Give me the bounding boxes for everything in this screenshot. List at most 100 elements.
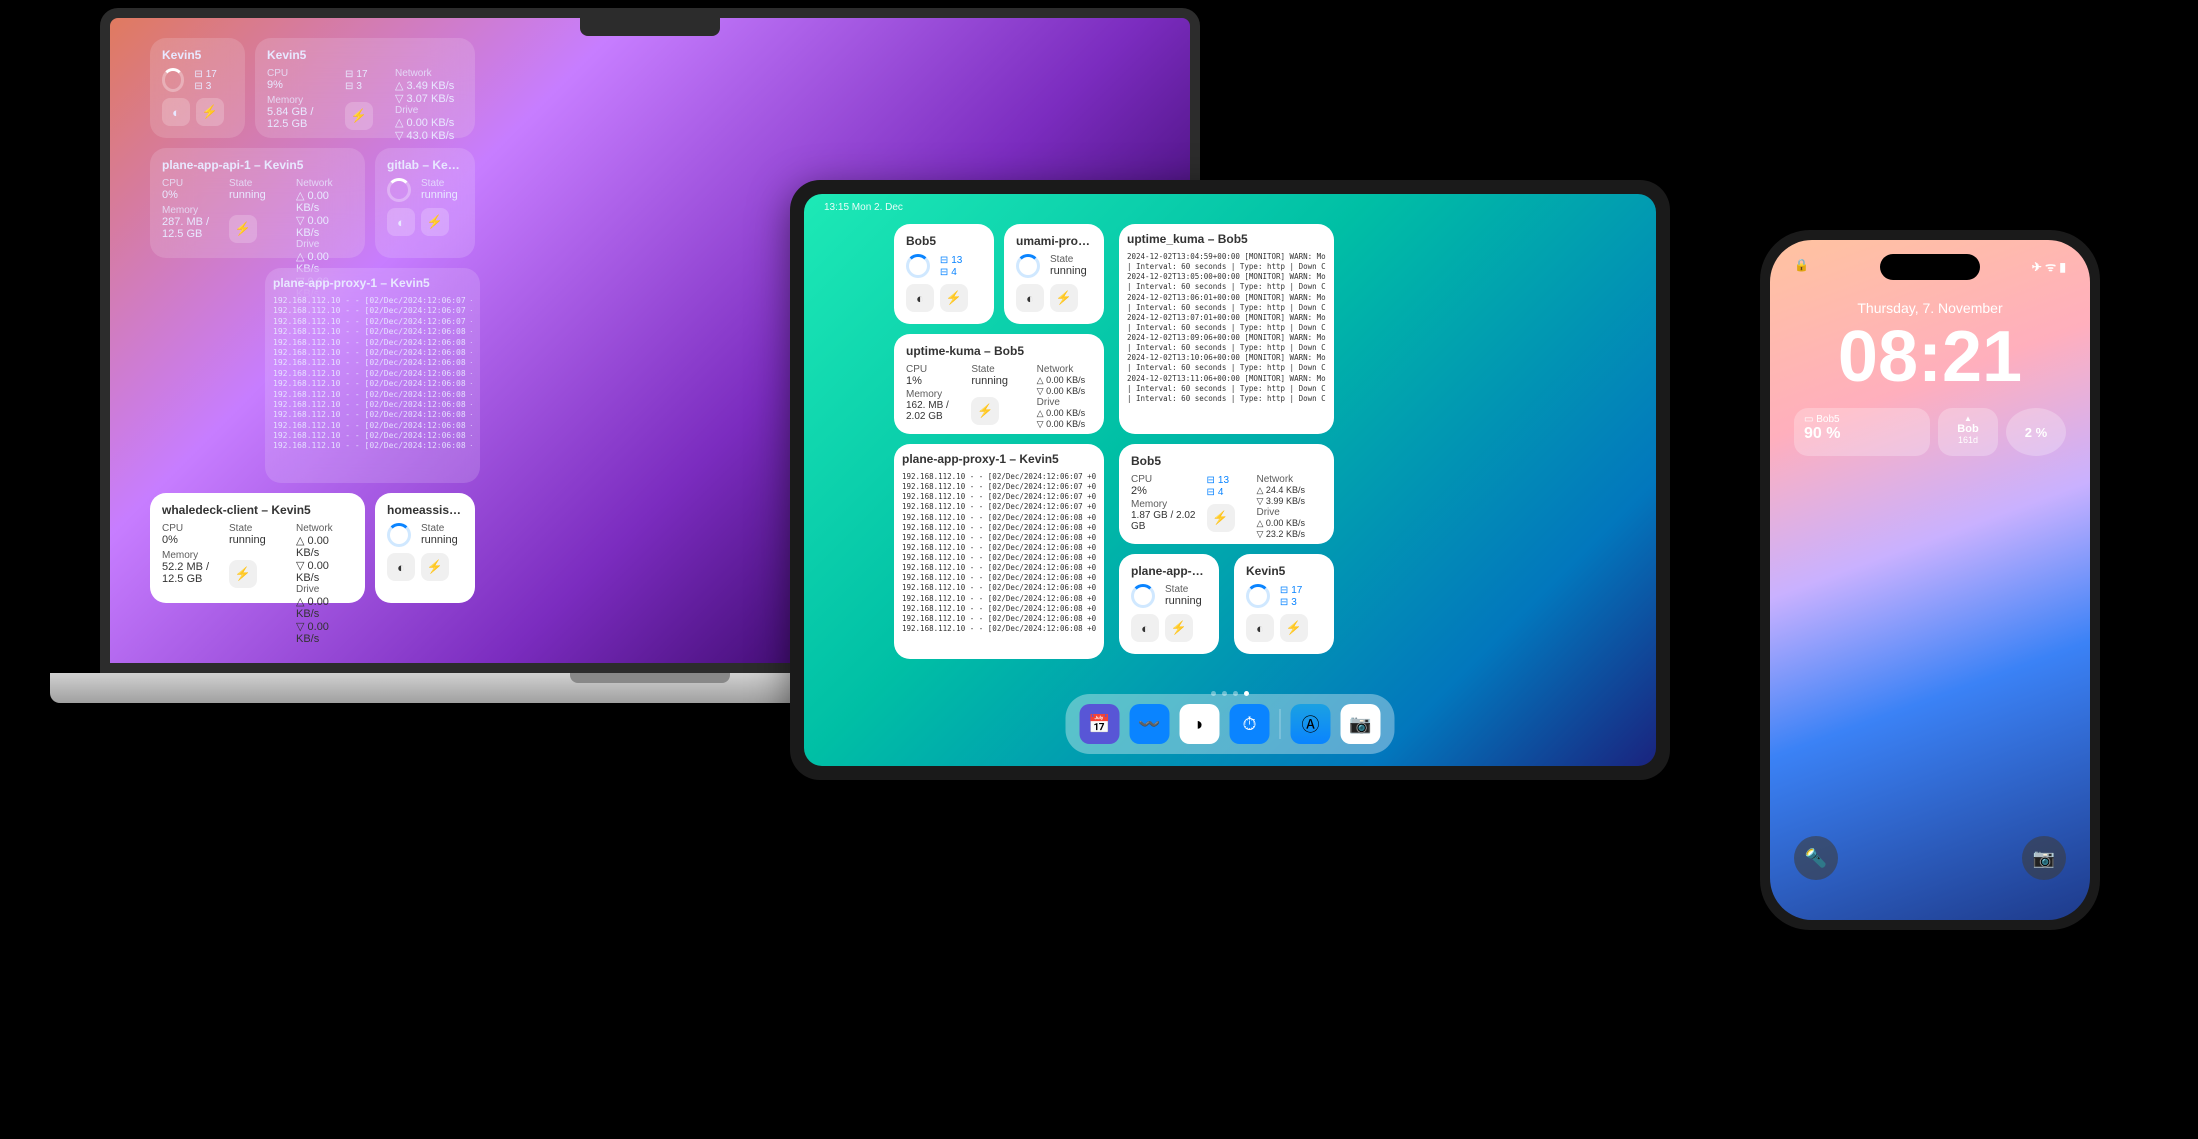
cpu-value: 2 %	[2025, 425, 2047, 440]
state-label: State	[1050, 254, 1087, 265]
dock-app-appstore[interactable]: Ⓐ	[1291, 704, 1331, 744]
net-down: ▽ 0.00 KB/s	[1037, 386, 1092, 397]
power-button-icon[interactable]: ⚡	[421, 208, 449, 236]
widget-title: whaledeck-client – Kevin5	[162, 503, 353, 517]
net-up: △ 3.49 KB/s	[395, 79, 463, 92]
cpu-value: 1%	[906, 375, 961, 387]
cpu-ring-icon	[1131, 584, 1155, 608]
log-output: 192.168.112.10 - - [02/Dec/2024:12:06:07…	[902, 472, 1096, 634]
cpu-value: 9%	[267, 79, 335, 91]
widget-kevin5-small[interactable]: Kevin5 ⊟ 17 ⊟ 3 ◐ ⚡	[150, 38, 245, 138]
lockscreen-widget-uptime[interactable]: ▲ Bob 161d	[1938, 408, 1998, 456]
widget-title: Kevin5	[162, 48, 233, 62]
power-button-icon[interactable]: ⚡	[1207, 504, 1235, 532]
state-label: State	[229, 523, 286, 534]
lockscreen-widget-battery[interactable]: ▭ Bob5 90 %	[1794, 408, 1930, 456]
power-button-icon[interactable]: ⚡	[229, 560, 257, 588]
widget-title: ▭ Bob5	[1804, 414, 1920, 425]
images-count: ⊟ 3	[1280, 597, 1297, 608]
widget-title: Bob	[1948, 423, 1988, 435]
power-button-icon[interactable]: ⚡	[196, 98, 224, 126]
images-count: ⊟ 3	[345, 81, 362, 92]
phone-dynamic-island	[1880, 254, 1980, 280]
laptop-notch	[580, 18, 720, 36]
cpu-ring-icon	[162, 68, 184, 92]
state-value: running	[229, 189, 286, 201]
state-label: State	[421, 178, 458, 189]
lockscreen-time: 08:21	[1770, 316, 2090, 398]
memory-button-icon[interactable]: ◐	[1246, 614, 1274, 642]
widget-kevin5-medium[interactable]: Kevin5 CPU 9% Memory 5.84 GB / 12.5 GB ⊟…	[255, 38, 475, 138]
dock-app-gauge[interactable]: ⏱	[1230, 704, 1270, 744]
widget-whaledeck[interactable]: whaledeck-client – Kevin5 CPU 0% Memory …	[150, 493, 365, 603]
power-button-icon[interactable]: ⚡	[421, 553, 449, 581]
net-down: ▽ 3.07 KB/s	[395, 92, 463, 105]
memory-button-icon[interactable]: ◐	[1131, 614, 1159, 642]
state-label: State	[971, 364, 1026, 375]
drive-label: Drive	[296, 239, 353, 250]
lock-icon: 🔒	[1794, 258, 1809, 275]
phone-screen: 🔒 ✈ ᯤ ▮ Thursday, 7. November 08:21 ▭ Bo…	[1770, 240, 2090, 920]
power-button-icon[interactable]: ⚡	[940, 284, 968, 312]
drive-up: △ 0.00 KB/s	[395, 116, 463, 129]
power-button-icon[interactable]: ⚡	[1165, 614, 1193, 642]
widget-kevin5-small-ipad[interactable]: Kevin5 ⊟ 17 ⊟ 3 ◐ ⚡	[1234, 554, 1334, 654]
dock-app-recent[interactable]: 📷	[1341, 704, 1381, 744]
tablet-device-frame: 13:15 Mon 2. Dec Bob5 ⊟ 13 ⊟ 4 ◐ ⚡	[790, 180, 1670, 780]
widget-plane-proxy-small[interactable]: plane-app-proxy-1… State running ◐ ⚡	[1119, 554, 1219, 654]
lockscreen-widget-cpu[interactable]: 2 %	[2006, 408, 2066, 456]
cpu-label: CPU	[267, 68, 335, 79]
widget-title: umami-prod-umami…	[1016, 234, 1092, 248]
power-button-icon[interactable]: ⚡	[971, 397, 999, 425]
dock: 📅 〰️ ◗ ⏱ Ⓐ 📷	[1066, 694, 1395, 754]
cpu-label: CPU	[1131, 474, 1197, 485]
cpu-value: 2%	[1131, 485, 1197, 497]
memory-value: 52.2 MB / 12.5 GB	[162, 561, 219, 585]
dock-app-wave[interactable]: 〰️	[1130, 704, 1170, 744]
widget-uptime-kuma-logs[interactable]: uptime_kuma – Bob5 2024-12-02T13:04:59+0…	[1119, 224, 1334, 434]
flashlight-button[interactable]: 🔦	[1794, 836, 1838, 880]
state-value: running	[421, 534, 458, 546]
cpu-ring-icon	[906, 254, 930, 278]
widget-bob5-small[interactable]: Bob5 ⊟ 13 ⊟ 4 ◐ ⚡	[894, 224, 994, 324]
state-label: State	[421, 523, 458, 534]
network-label: Network	[296, 178, 353, 189]
cpu-label: CPU	[162, 523, 219, 534]
memory-button-icon[interactable]: ◐	[1016, 284, 1044, 312]
widget-gitlab[interactable]: gitlab – Kevin5 State running ◐ ⚡	[375, 148, 475, 258]
drive-up: △ 0.00 KB/s	[1037, 408, 1092, 419]
memory-button-icon[interactable]: ◐	[162, 98, 190, 126]
tablet-screen: 13:15 Mon 2. Dec Bob5 ⊟ 13 ⊟ 4 ◐ ⚡	[804, 194, 1656, 766]
containers-count: ⊟ 17	[194, 69, 217, 80]
state-value: running	[971, 375, 1026, 387]
network-label: Network	[395, 68, 463, 79]
widget-homeassistant[interactable]: homeassistant – … State running ◐ ⚡	[375, 493, 475, 603]
power-button-icon[interactable]: ⚡	[1050, 284, 1078, 312]
widget-umami[interactable]: umami-prod-umami… State running ◐ ⚡	[1004, 224, 1104, 324]
power-button-icon[interactable]: ⚡	[345, 102, 373, 130]
memory-label: Memory	[906, 389, 961, 400]
memory-button-icon[interactable]: ◐	[387, 553, 415, 581]
memory-button-icon[interactable]: ◐	[906, 284, 934, 312]
widget-uptime-kuma-stats[interactable]: uptime-kuma – Bob5 CPU 1% Memory 162. MB…	[894, 334, 1104, 434]
drive-down: ▽ 23.2 KB/s	[1257, 529, 1323, 540]
containers-count: ⊟ 17	[345, 69, 368, 80]
dock-app-calendar[interactable]: 📅	[1080, 704, 1120, 744]
camera-button[interactable]: 📷	[2022, 836, 2066, 880]
dock-app-whale[interactable]: ◗	[1180, 704, 1220, 744]
cpu-ring-icon	[1016, 254, 1040, 278]
memory-label: Memory	[162, 550, 219, 561]
widget-bob5-medium[interactable]: Bob5 CPU 2% Memory 1.87 GB / 2.02 GB ⊟ 1…	[1119, 444, 1334, 544]
widget-plane-api[interactable]: plane-app-api-1 – Kevin5 CPU 0% Memory 2…	[150, 148, 365, 258]
drive-down: ▽ 43.0 KB/s	[395, 129, 463, 142]
power-button-icon[interactable]: ⚡	[1280, 614, 1308, 642]
state-label: State	[1165, 584, 1202, 595]
images-count: ⊟ 3	[194, 81, 211, 92]
power-button-icon[interactable]: ⚡	[229, 215, 257, 243]
drive-up: △ 0.00 KB/s	[1257, 518, 1323, 529]
widget-plane-proxy-logs-ipad[interactable]: plane-app-proxy-1 – Kevin5 192.168.112.1…	[894, 444, 1104, 659]
memory-button-icon[interactable]: ◐	[387, 208, 415, 236]
phone-device-frame: 🔒 ✈ ᯤ ▮ Thursday, 7. November 08:21 ▭ Bo…	[1760, 230, 2100, 930]
net-down: ▽ 3.99 KB/s	[1257, 496, 1323, 507]
widget-plane-proxy-logs[interactable]: plane-app-proxy-1 – Kevin5 192.168.112.1…	[265, 268, 480, 483]
